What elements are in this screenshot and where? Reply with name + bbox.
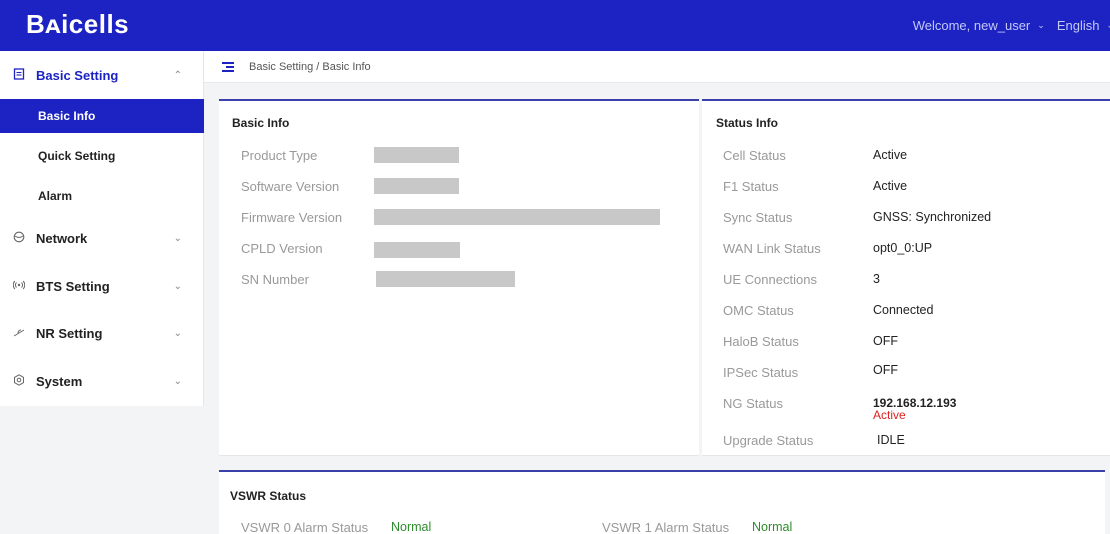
- chevron-down-icon: ⌄: [173, 280, 182, 292]
- sidebar-group-system[interactable]: System ⌄: [0, 359, 204, 403]
- sidebar-group-bts-setting[interactable]: BTS Setting ⌄: [0, 264, 204, 308]
- language-menu[interactable]: English ⌄: [1057, 18, 1110, 33]
- cell-status-label: Cell Status: [723, 148, 786, 163]
- ng-status-state: Active: [873, 408, 906, 422]
- sidebar-group-network[interactable]: Network ⌄: [0, 216, 204, 260]
- globe-icon: [12, 231, 26, 246]
- product-type-value-redacted: [374, 147, 459, 163]
- user-menu[interactable]: Welcome, new_user ⌄: [913, 18, 1045, 33]
- sidebar-group-label: NR Setting: [36, 325, 103, 341]
- ue-connections-label: UE Connections: [723, 272, 817, 287]
- sn-number-label: SN Number: [241, 272, 309, 287]
- vswr1-alarm-value: Normal: [752, 520, 793, 534]
- cpld-version-value-redacted: [374, 242, 460, 258]
- status-info-card: Status Info Cell Status Active F1 Status…: [702, 99, 1110, 456]
- firmware-version-label: Firmware Version: [241, 210, 343, 225]
- ng-status-label: NG Status: [723, 396, 783, 411]
- vswr1-alarm-label: VSWR 1 Alarm Status: [602, 520, 730, 534]
- sidebar-group-label: Basic Setting: [36, 67, 119, 83]
- software-version-label: Software Version: [241, 179, 340, 194]
- sidebar-item-label: Quick Setting: [38, 149, 116, 163]
- chevron-down-icon: ⌄: [173, 327, 182, 339]
- chevron-down-icon: ⌄: [173, 375, 182, 387]
- antenna-icon: [12, 279, 26, 294]
- sidebar-group-basic-setting[interactable]: Basic Setting ⌃: [0, 53, 204, 97]
- baicells-logo[interactable]: Bᴀicells: [26, 9, 129, 40]
- top-bar: Bᴀicells Welcome, new_user ⌄ English ⌄: [0, 0, 1110, 51]
- cpld-version-label: CPLD Version: [241, 241, 323, 256]
- welcome-text: Welcome, new_user: [912, 18, 1031, 33]
- software-version-value-redacted: [374, 178, 459, 194]
- menu-collapse-icon[interactable]: [222, 61, 234, 72]
- sidebar-group-label: Network: [36, 230, 88, 246]
- sidebar-item-label: Alarm: [38, 189, 73, 203]
- f1-status-label: F1 Status: [723, 179, 779, 194]
- upgrade-status-value: IDLE: [877, 433, 905, 447]
- sync-status-value: GNSS: Synchronized: [873, 210, 992, 224]
- vswr-status-card: VSWR Status VSWR 0 Alarm Status Normal V…: [219, 470, 1105, 534]
- vswr0-alarm-value: Normal: [391, 520, 432, 534]
- sidebar-group-label: System: [36, 373, 83, 389]
- card-title: Status Info: [716, 116, 778, 130]
- card-title: Basic Info: [232, 116, 290, 130]
- product-type-label: Product Type: [241, 148, 318, 163]
- ipsec-status-value: OFF: [873, 363, 898, 377]
- sidebar-empty-area: [0, 406, 204, 534]
- card-title: VSWR Status: [230, 489, 307, 503]
- chevron-down-icon: ⌄: [1037, 20, 1045, 30]
- sync-status-label: Sync Status: [723, 210, 793, 225]
- vswr0-alarm-label: VSWR 0 Alarm Status: [241, 520, 369, 534]
- language-label: English: [1056, 18, 1100, 33]
- breadcrumb: Basic Setting / Basic Info: [249, 60, 371, 73]
- sidebar-group-nr-setting[interactable]: NR Setting ⌄: [0, 311, 204, 355]
- sidebar: Basic Setting ⌃ Basic Info Quick Setting…: [0, 51, 204, 534]
- chevron-down-icon: ⌄: [1106, 20, 1110, 31]
- sn-number-value-redacted: [376, 271, 515, 287]
- wan-link-status-label: WAN Link Status: [723, 241, 821, 256]
- breadcrumb-bar: Basic Setting / Basic Info: [204, 51, 1110, 83]
- basic-info-card: Basic Info Product Type Software Version…: [219, 99, 699, 456]
- cell-status-value: Active: [873, 148, 908, 162]
- top-right-menu: Welcome, new_user ⌄ English ⌄: [913, 0, 1110, 51]
- sidebar-group-label: BTS Setting: [36, 278, 110, 294]
- settings-icon: [12, 373, 26, 389]
- document-icon: [12, 67, 26, 83]
- sidebar-item-alarm[interactable]: Alarm: [0, 179, 204, 213]
- ue-connections-value: 3: [873, 272, 880, 286]
- omc-status-label: OMC Status: [723, 303, 794, 318]
- signal-icon: [12, 326, 26, 341]
- chevron-up-icon: ⌃: [173, 69, 182, 81]
- firmware-version-value-redacted: [374, 209, 660, 225]
- f1-status-value: Active: [873, 179, 908, 193]
- ipsec-status-label: IPSec Status: [723, 365, 799, 380]
- chevron-down-icon: ⌄: [173, 232, 182, 244]
- sidebar-item-label: Basic Info: [38, 109, 96, 123]
- wan-link-status-value: opt0_0:UP: [873, 241, 933, 255]
- sidebar-item-basic-info[interactable]: Basic Info: [0, 99, 204, 133]
- omc-status-value: Connected: [873, 303, 934, 317]
- halob-status-label: HaloB Status: [723, 334, 799, 349]
- sidebar-item-quick-setting[interactable]: Quick Setting: [0, 139, 204, 173]
- halob-status-value: OFF: [873, 334, 898, 348]
- upgrade-status-label: Upgrade Status: [723, 433, 814, 448]
